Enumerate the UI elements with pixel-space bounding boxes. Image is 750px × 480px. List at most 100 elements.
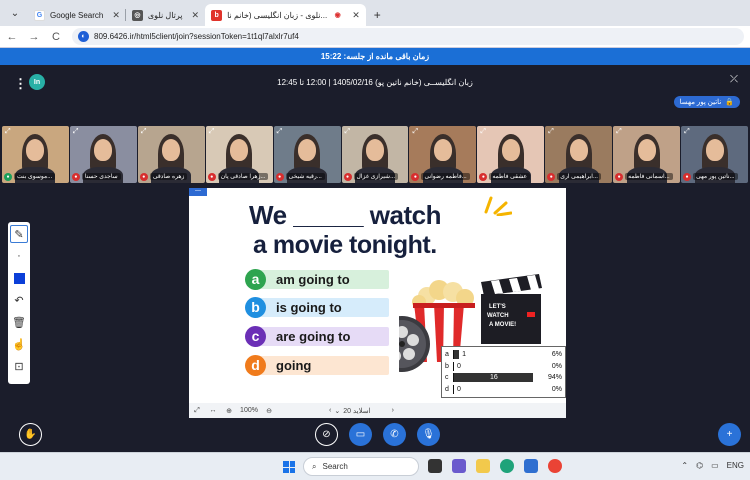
prev-slide-icon[interactable]: ‹	[329, 407, 331, 414]
webcam-tile[interactable]: ⤢ ● زهره صادقی	[137, 126, 205, 183]
task-view-icon[interactable]	[428, 459, 442, 473]
option-text: going	[276, 357, 312, 373]
taskbar-search[interactable]: ⌕ Search	[303, 457, 419, 476]
battery-icon[interactable]: ▭	[711, 461, 719, 470]
url-text: 809.6426.ir/html5client/join?sessionToke…	[94, 32, 299, 41]
poll-bar-track: 0	[453, 361, 538, 371]
color-picker[interactable]	[10, 269, 28, 287]
windows-start-icon[interactable]	[283, 461, 295, 473]
chrome-icon[interactable]	[548, 459, 562, 473]
undo-icon[interactable]: ↶	[10, 291, 28, 309]
clapperboard-icon: LET'S WATCH A MOVIE!	[481, 274, 542, 344]
participant-name: ابراهیمی آری...	[557, 173, 601, 180]
minimize-presentation-button[interactable]: —	[189, 188, 207, 196]
poll-count: 0	[457, 385, 461, 393]
forward-icon[interactable]: →	[28, 31, 40, 43]
file-explorer-icon[interactable]	[476, 459, 490, 473]
expand-icon[interactable]: ⤢	[277, 128, 283, 136]
webcam-tile[interactable]: ⤢ ● ابراهیمی آری...	[545, 126, 613, 183]
expand-icon[interactable]: ⤢	[480, 128, 486, 136]
webcam-tile[interactable]: ⤢ ● عشقی فاطمه	[477, 126, 545, 183]
option-letter: d	[245, 354, 266, 376]
trash-icon[interactable]: 🗑	[10, 313, 28, 331]
webcam-tile[interactable]: ⤢ ● آسمانی فاطمه...	[613, 126, 681, 183]
webcam-tile[interactable]: ⤢ ● زهرا صادقی پان...	[205, 126, 273, 183]
slide-label: اسلاید 20	[343, 407, 371, 415]
system-tray: ⌃ ⌬ ▭ ENG	[681, 461, 744, 470]
poll-bar-track: 1	[453, 350, 538, 360]
expand-icon[interactable]: ⤢	[141, 128, 147, 136]
expand-icon[interactable]: ⤢	[548, 128, 554, 136]
expand-icon[interactable]: ⤢	[345, 128, 351, 136]
close-icon[interactable]: ✕	[112, 10, 120, 21]
edge-icon[interactable]	[500, 459, 514, 473]
expand-icon[interactable]: ⤢	[616, 128, 622, 136]
thickness-tool-icon[interactable]: ·	[10, 247, 28, 265]
webcam-tile[interactable]: ⤢ ● فاطمه رضوانی...	[409, 126, 477, 183]
site-info-icon[interactable]: ◐	[78, 31, 89, 42]
poll-results-panel: a 1 6% b 0 0% c 16 94% d 0 0%	[441, 346, 566, 398]
phone-audio-button[interactable]: ✆	[383, 423, 406, 446]
webcam-namebar: ● زهرا صادقی پان...	[207, 172, 271, 181]
expand-icon[interactable]: ⤢	[5, 128, 11, 136]
raise-hand-button[interactable]: ✋	[19, 423, 42, 446]
webcam-tile[interactable]: ⤢ ● ساجدی حسنا	[69, 126, 137, 183]
back-icon[interactable]: ←	[6, 31, 18, 43]
fit-width-icon[interactable]: ↔	[205, 407, 221, 414]
pencil-tool-icon[interactable]: ✎	[10, 225, 28, 243]
webcam-tile[interactable]: ⤢ ● موسوی بنت...	[2, 126, 69, 183]
tab-search-menu-icon[interactable]: ⌄	[4, 2, 26, 24]
globe-icon: ◎	[131, 9, 143, 21]
participant-face	[501, 139, 520, 161]
reload-icon[interactable]: C	[50, 31, 62, 43]
close-icon[interactable]: ✕	[192, 10, 200, 21]
expand-icon[interactable]: ⤢	[684, 128, 690, 136]
chevron-up-icon[interactable]: ⌃	[681, 461, 688, 470]
next-slide-icon[interactable]: ›	[392, 407, 394, 414]
zoom-in-icon[interactable]: ⊕	[221, 407, 237, 415]
expand-icon[interactable]: ⤢	[73, 128, 79, 136]
expand-icon[interactable]: ⤢	[412, 128, 418, 136]
mic-status-icon: ●	[547, 172, 556, 181]
browser-tab-portal[interactable]: ◎ پرتال نلوی ✕	[126, 4, 205, 26]
participant-face	[230, 139, 249, 161]
chart-tool-icon[interactable]: ⊡	[10, 357, 28, 375]
fullscreen-icon[interactable]: ⤢	[189, 407, 205, 415]
store-icon[interactable]	[524, 459, 538, 473]
webcam-tile[interactable]: ⤢ ● شیرازی غزال...	[341, 126, 409, 183]
url-field[interactable]: ◐ 809.6426.ir/html5client/join?sessionTo…	[72, 28, 744, 45]
google-icon: G	[34, 9, 45, 21]
camera-button[interactable]: ▭	[349, 423, 372, 446]
actions-plus-button[interactable]: +	[718, 423, 741, 446]
browser-tab-google[interactable]: G Google Search ✕	[28, 4, 126, 26]
search-icon: ⌕	[312, 461, 317, 471]
webcam-tile[interactable]: ⤢ ● رقیه شیخی...	[273, 126, 341, 183]
participant-name: آسمانی فاطمه...	[625, 173, 673, 180]
presenter-badge[interactable]: ناتین پور مهسا 🔒	[673, 96, 740, 108]
slide-selector[interactable]: ‹ ⌄ اسلاید 20 ›	[329, 407, 394, 415]
expand-icon[interactable]: ⤢	[209, 128, 215, 136]
current-color-swatch	[13, 272, 25, 284]
network-icon[interactable]: ⌬	[696, 461, 703, 470]
webcam-tile[interactable]: ⤢ ● ناتین پور مهی...	[681, 126, 748, 183]
mic-status-icon: ●	[343, 172, 352, 181]
poll-row: d 0 0%	[445, 384, 562, 396]
option-letter: a	[245, 268, 266, 290]
multi-user-icon[interactable]: ☝	[10, 335, 28, 353]
zoom-level[interactable]: 100%	[237, 407, 261, 414]
zoom-out-icon[interactable]: ⊖	[261, 407, 277, 415]
widgets-icon[interactable]	[452, 459, 466, 473]
user-list-toggle-icon[interactable]: ⤫	[730, 74, 738, 85]
webcam-strip: ⤢ ● موسوی بنت... ⤢ ● ساجدی حسنا ⤢ ● زهره صادقی ⤢ ●…	[2, 126, 748, 183]
chevron-down-icon[interactable]: ⌄	[334, 407, 340, 415]
sparkle-icon	[484, 196, 512, 216]
browser-tab-class[interactable]: b نلوی - زبان انگلیسی (خانم نا... ◉ ✕	[205, 4, 366, 26]
screen-share-off-icon[interactable]: ⊘	[315, 423, 338, 446]
participant-face	[162, 139, 181, 161]
svg-text:WATCH: WATCH	[487, 313, 509, 319]
microphone-button[interactable]: 🎙	[417, 423, 440, 446]
close-icon[interactable]: ✕	[352, 10, 360, 21]
language-indicator[interactable]: ENG	[727, 461, 744, 470]
poll-bar-fill	[454, 350, 460, 360]
new-tab-button[interactable]: +	[366, 4, 389, 26]
